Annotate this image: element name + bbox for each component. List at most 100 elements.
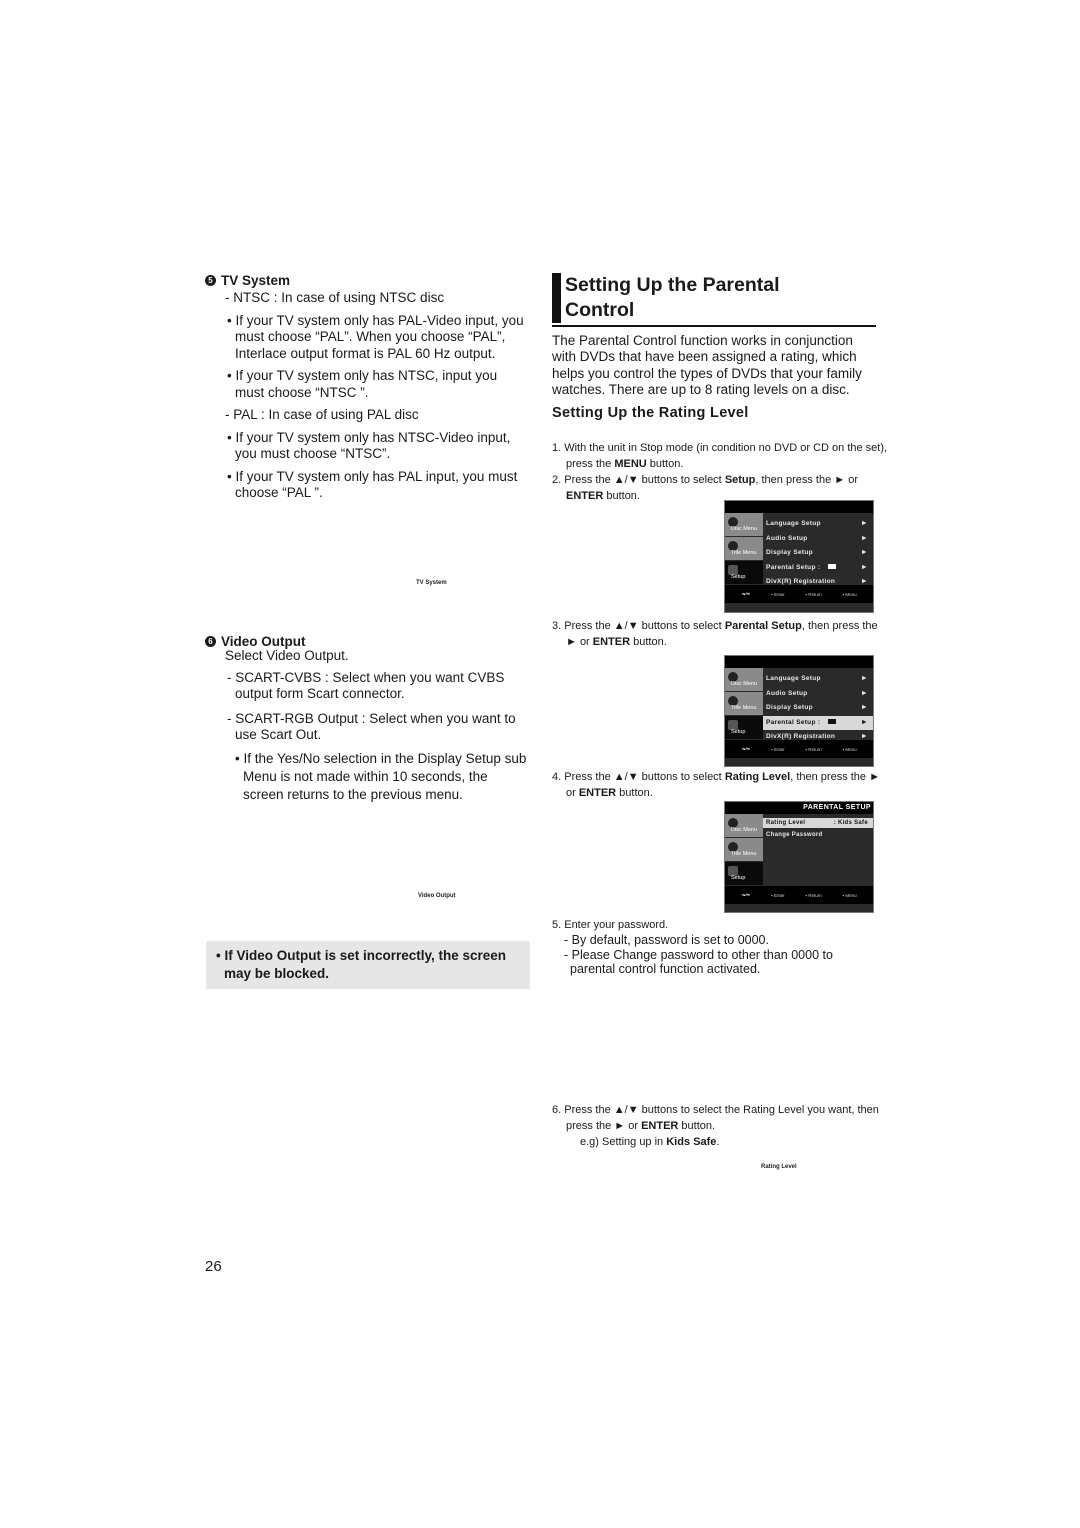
setup-menu-screenshot: Disc Menu Title Menu Setup Language Setu… xyxy=(724,500,874,613)
video-output-heading: 6 Video Output xyxy=(205,634,306,649)
rating-level-figure-caption: Rating Level xyxy=(761,1164,797,1170)
step-bold: ENTER xyxy=(641,1120,679,1132)
osd-tab-label: Title Menu xyxy=(731,851,757,857)
right-arrow-icon: ► xyxy=(860,534,868,542)
tv-system-heading: 5 TV System xyxy=(205,273,290,288)
section-number-badge: 5 xyxy=(205,275,216,286)
osd-tab-disc-menu: Disc Menu xyxy=(725,668,763,692)
menu-hint: Menu xyxy=(843,592,856,597)
step-text: button. xyxy=(616,787,653,799)
osd-tab-title-menu: Title Menu xyxy=(725,838,763,862)
right-arrow-icon: ► xyxy=(860,704,868,711)
return-hint: Return xyxy=(805,592,822,597)
osd-item-audio-setup: Audio Setup ► xyxy=(763,532,873,547)
step-text: 1. With the unit in Stop mode (in condit… xyxy=(552,442,888,470)
osd-item-label: Audio Setup xyxy=(766,689,808,697)
step-bold: ENTER xyxy=(578,787,617,799)
right-arrow-icon: ► xyxy=(860,718,868,726)
step-bold: Rating Level xyxy=(724,771,791,783)
step-5-notes: - By default, password is set to 0000. -… xyxy=(562,933,880,977)
tv-system-figure-caption: TV System xyxy=(416,580,447,586)
enter-hint: Enter xyxy=(771,592,785,597)
page-title-line1: Setting Up the Parental xyxy=(565,274,780,296)
osd-header-bar xyxy=(725,656,873,668)
step-text: , then press the ► or xyxy=(755,474,858,486)
osd-item-display-setup: Display Setup ► xyxy=(763,546,873,561)
osd-item-label: Language Setup xyxy=(766,520,821,527)
lock-icon xyxy=(828,719,837,725)
osd-tab-label: Setup xyxy=(731,729,746,735)
osd-item-divx-registration: DivX(R) Registration ► xyxy=(763,575,873,590)
intro-paragraph: The Parental Control function works in c… xyxy=(552,333,862,397)
page-number: 26 xyxy=(205,1258,222,1275)
step-text: 4. Press the ▲/▼ buttons to select xyxy=(552,771,725,783)
page-title-line2: Control xyxy=(565,299,635,321)
osd-item-divx-registration: DivX(R) Registration ► xyxy=(763,730,873,745)
osd-item-audio-setup: Audio Setup ► xyxy=(763,687,873,702)
tv-system-title: TV System xyxy=(221,273,291,288)
right-arrow-icon: ► xyxy=(860,689,868,697)
scart-cvbs-option: - SCART-CVBS : Select when you want CVBS… xyxy=(227,669,505,702)
step-note: - By default, password is set to 0000. xyxy=(564,933,769,947)
osd-tab-disc-menu: Disc Menu xyxy=(725,513,763,537)
section-number-badge: 6 xyxy=(205,636,216,647)
tv-system-body: - NTSC : In case of using NTSC disc • If… xyxy=(225,290,530,502)
osd-item-parental-setup: Parental Setup : ► xyxy=(763,715,873,730)
osd-tab-label: Title Menu xyxy=(731,550,757,556)
osd-item-label: Parental Setup : xyxy=(766,718,821,726)
step-bold: ENTER xyxy=(566,490,604,502)
step-bold: Parental Setup xyxy=(724,620,802,632)
osd-tab-label: Disc Menu xyxy=(731,526,757,532)
bullet-text: • If your TV system only has NTSC, input… xyxy=(227,368,498,400)
osd-item-label: Rating Level xyxy=(766,820,806,826)
ntsc-option: - NTSC : In case of using NTSC disc xyxy=(225,290,445,305)
osd-footer: ◂▴▾▸ Enter Return Menu xyxy=(725,886,873,904)
page-title: Setting Up the Parental Control xyxy=(552,273,865,323)
video-output-figure-caption: Video Output xyxy=(418,893,456,899)
osd-tab-title-menu: Title Menu xyxy=(725,537,763,561)
return-hint: Return xyxy=(805,893,822,898)
step-text: 2. Press the ▲/▼ buttons to select xyxy=(552,474,725,486)
osd-header-bar xyxy=(725,501,873,513)
bullet-text: • If your TV system only has PAL input, … xyxy=(227,468,518,501)
osd-item-change-password: Change Password xyxy=(763,828,873,842)
step-5: 5. Enter your password. xyxy=(552,917,891,933)
nav-arrows-icon: ◂▴▾▸ xyxy=(741,591,751,596)
osd-item-language-setup: Language Setup ► xyxy=(763,517,873,532)
parental-setup-menu-screenshot: PARENTAL SETUP Disc Menu Title Menu Setu… xyxy=(724,801,874,913)
step-text: button. xyxy=(646,458,684,470)
step-text: button. xyxy=(630,636,667,648)
osd-header-bar: PARENTAL SETUP xyxy=(725,802,873,814)
step-text: button. xyxy=(603,490,640,502)
enter-hint: Enter xyxy=(771,747,785,752)
title-divider xyxy=(552,325,876,327)
osd-item-display-setup: Display Setup ► xyxy=(763,701,873,716)
step-4: 4. Press the ▲/▼ buttons to select Ratin… xyxy=(552,769,891,801)
osd-tab-setup: Setup xyxy=(725,862,763,886)
osd-tab-title-menu: Title Menu xyxy=(725,692,763,716)
right-arrow-icon: ► xyxy=(860,578,868,585)
osd-item-label: Audio Setup xyxy=(766,534,808,542)
lock-icon xyxy=(828,564,837,570)
return-hint: Return xyxy=(805,747,822,752)
osd-item-label: Display Setup xyxy=(766,704,813,711)
osd-tab-label: Title Menu xyxy=(731,705,757,711)
bullet-text: • If the Yes/No selection in the Display… xyxy=(235,750,527,802)
step-text: 5. Enter your password. xyxy=(552,919,669,931)
osd-item-label: Parental Setup : xyxy=(766,563,821,571)
osd-item-label: Display Setup xyxy=(766,549,813,556)
video-output-body: Select Video Output. - SCART-CVBS : Sele… xyxy=(225,648,530,804)
step-text: . xyxy=(716,1136,720,1148)
osd-item-label: Language Setup xyxy=(766,675,821,682)
right-arrow-icon: ► xyxy=(860,520,868,527)
step-bold: ENTER xyxy=(592,636,631,648)
osd-item-label: Change Password xyxy=(766,832,823,838)
osd-tab-label: Setup xyxy=(731,875,746,881)
bullet-text: • If your TV system only has NTSC-Video … xyxy=(227,429,511,462)
step-text: 6. Press the ▲/▼ buttons to select the R… xyxy=(552,1104,879,1132)
menu-hint: Menu xyxy=(843,747,856,752)
step-text: e.g) Setting up in xyxy=(580,1136,667,1148)
osd-item-value: : Kids Safe xyxy=(833,820,868,826)
osd-tab-disc-menu: Disc Menu xyxy=(725,814,763,838)
step-text: 3. Press the ▲/▼ buttons to select xyxy=(552,620,725,632)
